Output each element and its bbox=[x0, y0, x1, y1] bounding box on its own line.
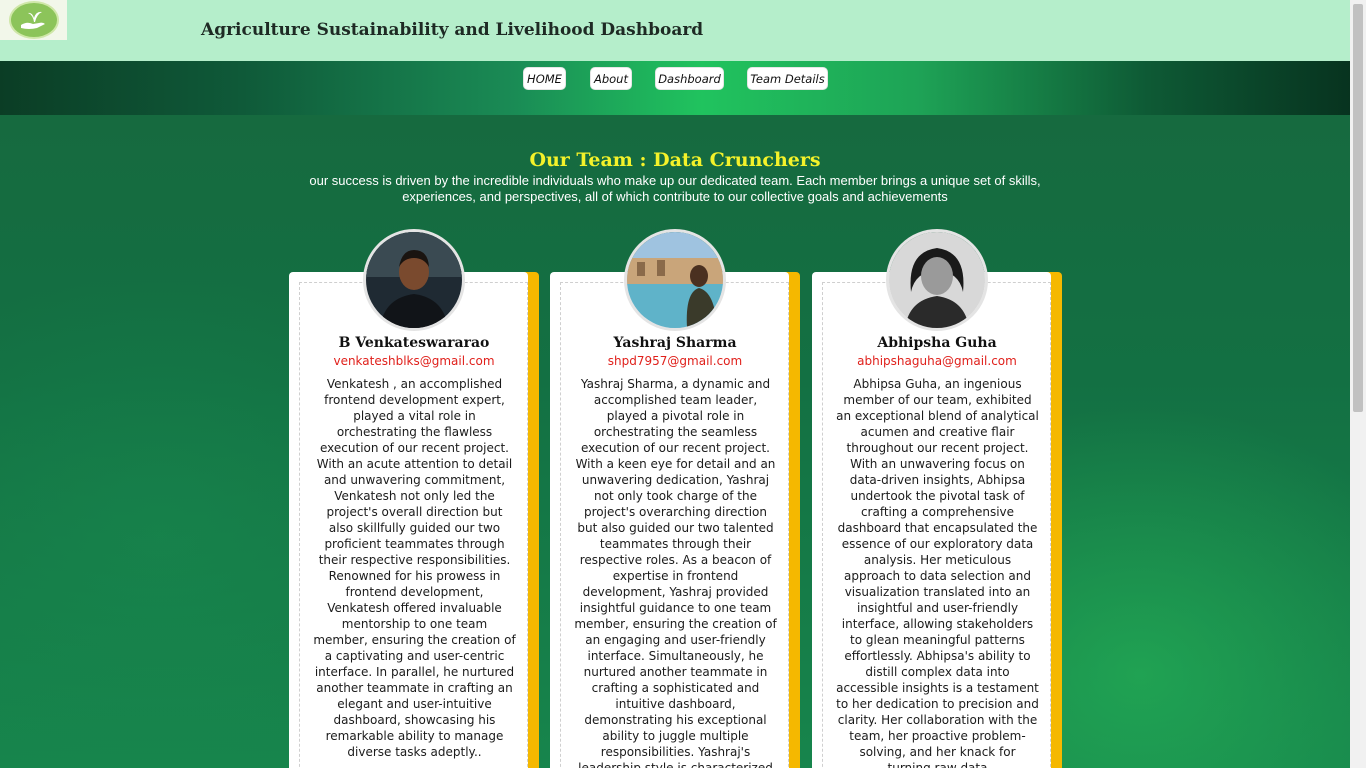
nav-band: HOME About Dashboard Team Details bbox=[0, 61, 1350, 115]
member-bio: Venkatesh , an accomplished frontend dev… bbox=[313, 377, 516, 759]
member-avatar bbox=[886, 229, 988, 331]
member-email-link[interactable]: shpd7957@gmail.com bbox=[550, 354, 800, 368]
team-member-card: Yashraj Sharma shpd7957@gmail.com Yashra… bbox=[550, 229, 800, 768]
member-avatar bbox=[624, 229, 726, 331]
main-nav: HOME About Dashboard Team Details bbox=[0, 67, 1350, 91]
page-title: Agriculture Sustainability and Livelihoo… bbox=[201, 20, 704, 40]
member-bio: Yashraj Sharma, a dynamic and accomplish… bbox=[574, 377, 777, 768]
hands-with-sprout-logo-icon bbox=[8, 1, 59, 39]
team-section: Our Team : Data Crunchers our success is… bbox=[0, 115, 1350, 768]
member-name: Abhipsha Guha bbox=[877, 335, 997, 351]
team-member-card: B Venkateswararao venkateshblks@gmail.co… bbox=[289, 229, 539, 768]
member-name: Yashraj Sharma bbox=[613, 335, 737, 351]
scrollbar-thumb[interactable] bbox=[1353, 4, 1363, 412]
nav-about-button[interactable]: About bbox=[590, 67, 632, 90]
nav-team-details-button[interactable]: Team Details bbox=[747, 67, 828, 90]
site-logo[interactable] bbox=[0, 0, 67, 40]
member-avatar bbox=[363, 229, 465, 331]
team-member-card: Abhipsha Guha abhipshaguha@gmail.com Abh… bbox=[812, 229, 1062, 768]
header-bar: Agriculture Sustainability and Livelihoo… bbox=[0, 0, 1350, 61]
member-name: B Venkateswararao bbox=[338, 335, 490, 351]
team-title: Our Team : Data Crunchers bbox=[529, 149, 821, 171]
nav-dashboard-button[interactable]: Dashboard bbox=[655, 67, 724, 90]
member-email-link[interactable]: abhipshaguha@gmail.com bbox=[812, 354, 1062, 368]
team-subtitle: our success is driven by the incredible … bbox=[309, 173, 1041, 204]
member-email-link[interactable]: venkateshblks@gmail.com bbox=[289, 354, 539, 368]
member-bio: Abhipsa Guha, an ingenious member of our… bbox=[836, 377, 1039, 768]
nav-home-button[interactable]: HOME bbox=[523, 67, 566, 90]
page-scrollbar[interactable] bbox=[1350, 0, 1366, 768]
